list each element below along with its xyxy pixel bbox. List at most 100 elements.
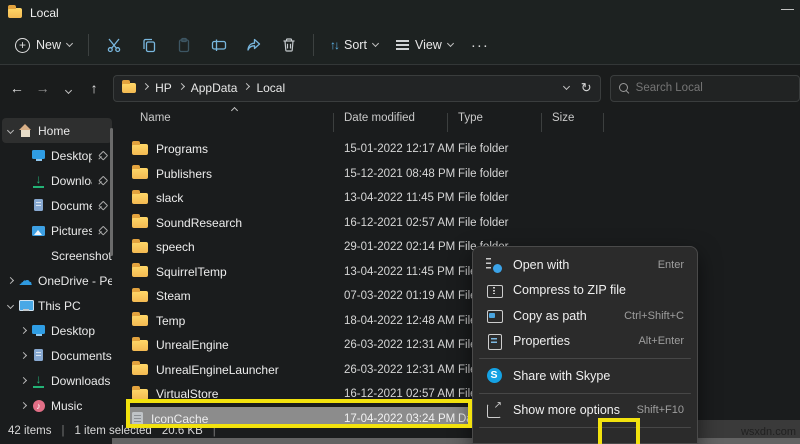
column-header-name[interactable]: Name: [128, 106, 338, 134]
breadcrumb-segment[interactable]: Local: [243, 81, 285, 95]
sidebar-item[interactable]: Documents: [2, 193, 112, 218]
up-button[interactable]: ↑: [81, 80, 107, 96]
context-menu-item[interactable]: Share with Skype: [477, 363, 693, 389]
column-divider[interactable]: [333, 113, 334, 132]
cut-button[interactable]: [96, 30, 131, 60]
file-icon: [132, 238, 148, 253]
expand-chevron-icon[interactable]: [19, 376, 28, 385]
quick-action-button[interactable]: [529, 439, 559, 444]
sidebar-item[interactable]: Documents: [2, 343, 112, 368]
sidebar-item[interactable]: Pictures: [2, 218, 112, 243]
sidebar-item-label: This PC: [38, 298, 81, 313]
file-row[interactable]: slack 13-04-2022 11:45 PM File folder: [128, 186, 640, 211]
sidebar-item-icon: [31, 149, 46, 163]
file-name-cell: UnrealEngineLauncher: [128, 361, 338, 377]
expand-chevron-icon[interactable]: [6, 276, 15, 285]
rename-icon: [210, 37, 227, 54]
sidebar-item-icon: [31, 324, 46, 338]
sidebar-item-label: Downloads: [51, 173, 92, 188]
column-divider[interactable]: [603, 113, 604, 132]
expand-chevron-icon[interactable]: [19, 326, 28, 335]
context-menu-item[interactable]: [479, 392, 691, 394]
file-date-modified: 15-01-2022 12:17 AM: [344, 143, 455, 156]
column-header-type[interactable]: Type: [452, 112, 546, 134]
quick-action-button[interactable]: [570, 439, 600, 444]
quick-action-button[interactable]: [487, 439, 517, 444]
recent-locations-button[interactable]: [56, 80, 82, 96]
sidebar-item[interactable]: OneDrive - Perso: [2, 268, 112, 293]
column-header-size[interactable]: Size: [546, 112, 608, 134]
back-button[interactable]: ←: [4, 80, 30, 96]
menu-item-icon: [486, 308, 503, 324]
address-dropdown-chevron-icon[interactable]: [562, 82, 570, 91]
file-icon: [132, 214, 148, 229]
quick-action-button[interactable]: [653, 439, 683, 444]
file-row[interactable]: Programs 15-01-2022 12:17 AM File folder: [128, 137, 640, 162]
share-button[interactable]: [236, 30, 271, 60]
sidebar-item[interactable]: Screenshots: [2, 243, 112, 268]
minimize-button[interactable]: —: [781, 1, 794, 16]
ellipsis-icon: ···: [470, 36, 489, 54]
context-menu-item[interactable]: Open with Enter: [477, 252, 693, 278]
new-button[interactable]: + New: [6, 30, 81, 60]
sidebar-item[interactable]: Home: [2, 118, 112, 143]
more-options-button[interactable]: ···: [462, 30, 498, 60]
toolbar-separator: [88, 34, 90, 56]
chevron-right-icon: [142, 82, 150, 91]
refresh-icon[interactable]: ↻: [581, 80, 592, 96]
column-header-date-modified[interactable]: Date modified: [338, 112, 452, 134]
file-name-cell: Steam: [128, 287, 338, 303]
view-button[interactable]: View: [387, 30, 462, 60]
context-menu-item[interactable]: [479, 427, 691, 428]
sidebar-scrollbar[interactable]: [110, 128, 113, 256]
column-divider[interactable]: [541, 113, 542, 132]
file-icon: [132, 287, 148, 302]
rename-button[interactable]: [201, 30, 236, 60]
expand-chevron-icon[interactable]: [19, 351, 28, 360]
new-label: New: [36, 38, 62, 52]
search-box[interactable]: [609, 74, 800, 102]
sidebar-item[interactable]: This PC: [2, 293, 112, 318]
sidebar-item[interactable]: Downloads: [2, 168, 112, 193]
expand-chevron-icon[interactable]: [19, 401, 28, 410]
sidebar-item[interactable]: Desktop: [2, 318, 112, 343]
file-type: File folder: [458, 143, 509, 156]
menu-item-label: Show more options: [513, 403, 621, 418]
file-icon: [132, 263, 148, 278]
sidebar-item[interactable]: Desktop: [2, 143, 112, 168]
file-date-modified: 26-03-2022 12:31 AM: [344, 363, 455, 376]
file-row[interactable]: SoundResearch 16-12-2021 02:57 AM File f…: [128, 211, 640, 236]
context-menu-item[interactable]: Copy as path Ctrl+Shift+C: [477, 303, 693, 329]
sidebar-item-label: Downloads: [51, 373, 111, 388]
expand-chevron-icon[interactable]: [6, 301, 15, 310]
sidebar-item[interactable]: Music: [2, 393, 112, 418]
tab-label[interactable]: Local: [30, 6, 59, 20]
address-bar[interactable]: HP AppData Local ↻: [113, 74, 601, 102]
selection-size: 20.6 KB: [161, 425, 203, 437]
delete-button[interactable]: [271, 30, 306, 60]
sidebar-item[interactable]: Downloads: [2, 368, 112, 393]
context-menu-item[interactable]: Compress to ZIP file: [477, 278, 693, 304]
context-menu-item[interactable]: Properties Alt+Enter: [477, 329, 693, 355]
copy-button[interactable]: [131, 30, 166, 60]
breadcrumb-label[interactable]: AppData: [191, 81, 238, 95]
file-date-modified: 13-04-2022 11:45 PM: [344, 192, 455, 205]
context-menu-item[interactable]: [479, 358, 691, 359]
context-menu-item[interactable]: Show more options Shift+F10: [477, 398, 693, 424]
breadcrumb-label[interactable]: HP: [155, 81, 172, 95]
forward-button[interactable]: →: [30, 80, 56, 96]
paste-icon: [175, 37, 192, 54]
expand-chevron-icon[interactable]: [6, 126, 15, 135]
sort-button[interactable]: ↑↓ Sort: [321, 30, 387, 60]
quick-action-button[interactable]: [612, 439, 642, 444]
breadcrumb-label[interactable]: Local: [256, 81, 285, 95]
sidebar-item-icon: [18, 123, 33, 138]
breadcrumb-segment[interactable]: AppData: [177, 81, 238, 95]
file-row[interactable]: Publishers 15-12-2021 08:48 PM File fold…: [128, 162, 640, 187]
context-menu: Open with Enter Compress to ZIP file Cop…: [472, 246, 698, 444]
menu-item-icon: [486, 368, 502, 384]
column-divider[interactable]: [447, 113, 448, 132]
pin-icon: [97, 176, 106, 185]
search-input[interactable]: [635, 82, 766, 94]
breadcrumb-segment[interactable]: HP: [142, 81, 172, 95]
